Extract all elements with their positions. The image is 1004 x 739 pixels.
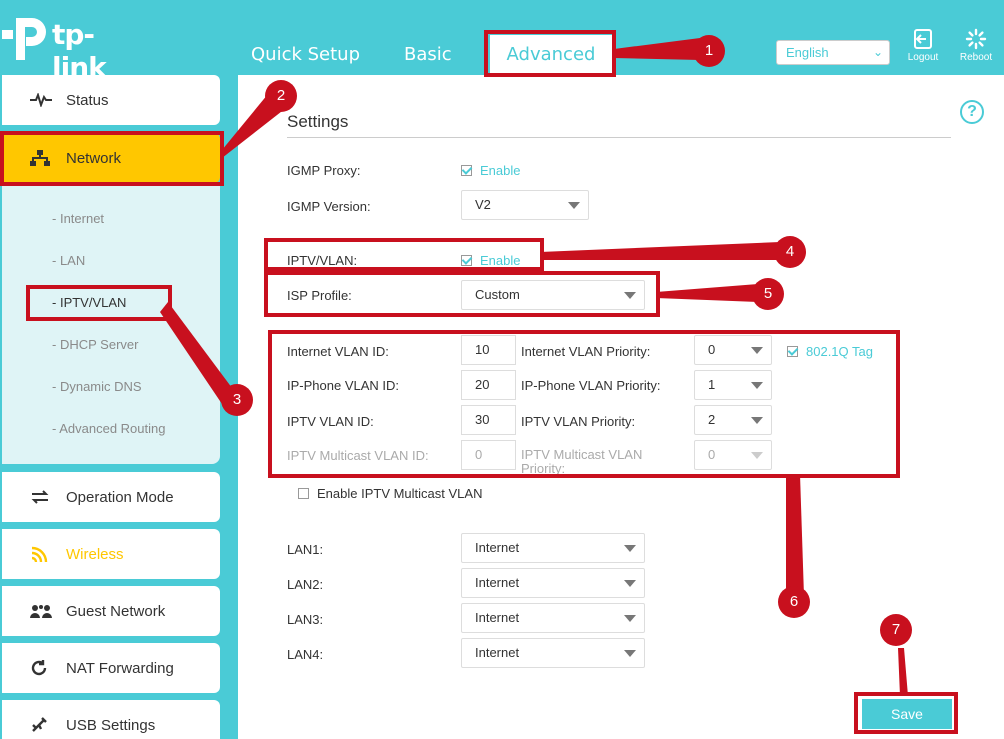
annotation-box-isp-profile [264, 271, 660, 317]
annotation-box-network [0, 131, 224, 186]
annotation-badge-1: 1 [693, 35, 725, 67]
annotation-box-vlan-settings [268, 330, 900, 478]
annotation-box-save [854, 692, 958, 734]
annotation-box-iptv-vlan-enable [264, 238, 544, 271]
annotation-badge-4: 4 [774, 236, 806, 268]
annotation-box-iptv-vlan-menu [26, 285, 172, 321]
annotation-badge-3: 3 [221, 384, 253, 416]
annotation-box-advanced-tab [484, 30, 616, 77]
annotation-badge-5: 5 [752, 278, 784, 310]
annotation-badge-6: 6 [778, 586, 810, 618]
annotation-badge-7: 7 [880, 614, 912, 646]
annotation-badge-2: 2 [265, 80, 297, 112]
